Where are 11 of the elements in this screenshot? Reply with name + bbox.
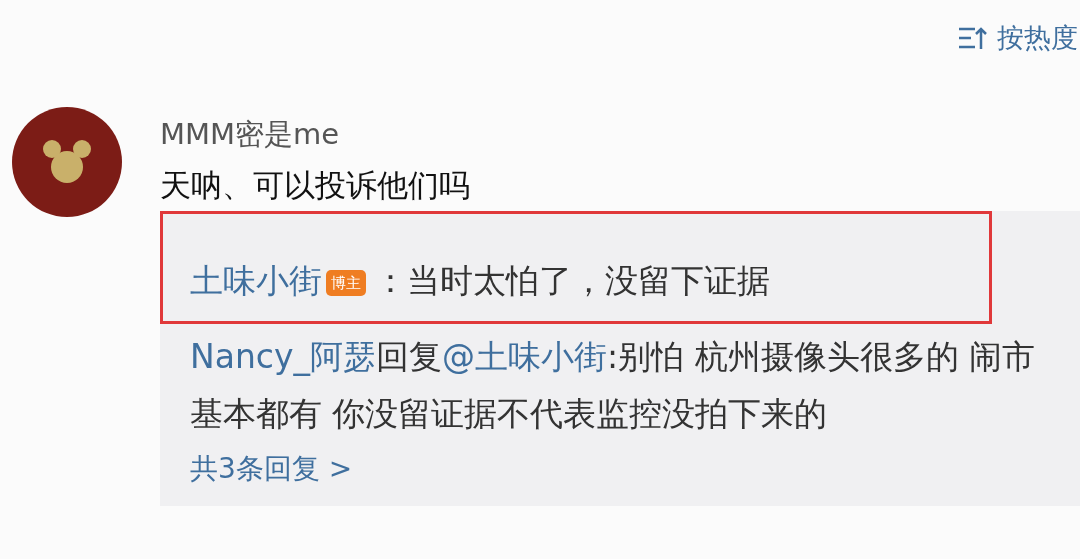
more-replies-link[interactable]: 共3条回复 > [190, 450, 353, 488]
comment-author[interactable]: MMM密是me [160, 115, 1080, 155]
bear-head-icon [42, 139, 92, 185]
user-link[interactable]: Nancy_阿瑟 [190, 337, 376, 376]
comment-text: 天呐、可以投诉他们吗 [160, 166, 471, 205]
sort-button[interactable]: 按热度 [957, 19, 1078, 56]
highlighted-reply: 土味小街 博主 ：当时太怕了，没留下证据 [160, 211, 992, 324]
reply-text: Nancy_阿瑟回复@土味小街:别怕 杭州摄像头很多的 闹市基本都有 你没留证据不代表监控没拍下来的 [189, 336, 1037, 435]
user-link[interactable]: 土味小街 [190, 261, 322, 300]
mention-link[interactable]: @土味小街 [442, 337, 607, 376]
author-badge: 博主 [326, 270, 366, 296]
